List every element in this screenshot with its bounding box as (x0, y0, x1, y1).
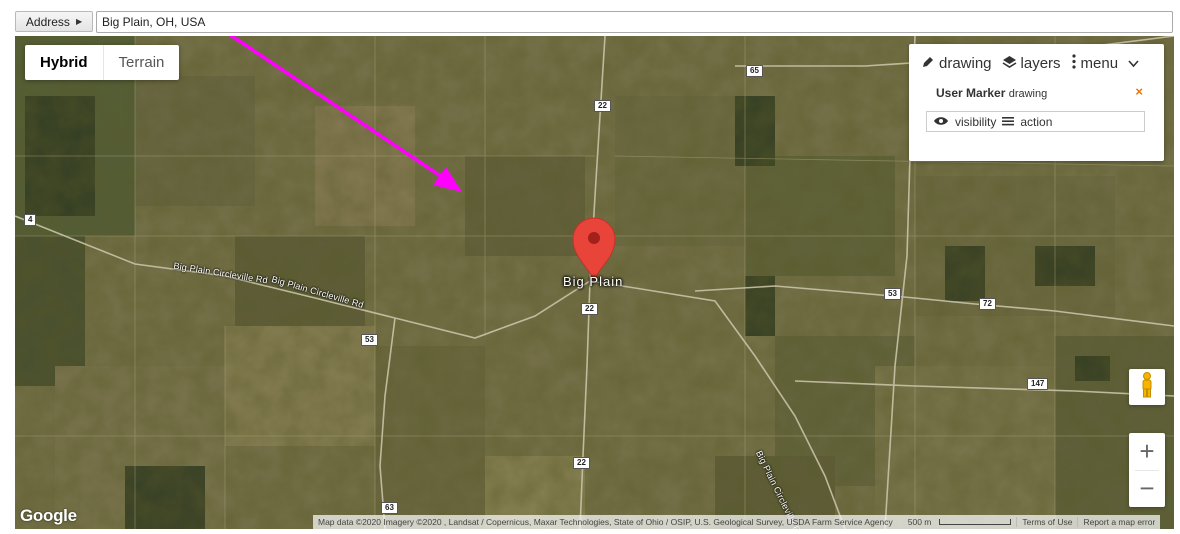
main-menu-label: menu (1080, 55, 1119, 72)
action-label[interactable]: action (1020, 115, 1052, 129)
google-logo[interactable]: Google (20, 506, 77, 526)
remove-layer-icon[interactable]: × (1135, 84, 1143, 99)
caret-right-icon: ▶ (75, 17, 83, 26)
eye-icon[interactable] (933, 115, 949, 129)
zoom-in-button[interactable]: + (1129, 433, 1165, 470)
panel-menu: drawing layers menu (921, 54, 1152, 73)
route-shield: 22 (573, 457, 590, 469)
attribution-text: Map data ©2020 Imagery ©2020 , Landsat /… (318, 517, 893, 527)
town-label: Big Plain (563, 274, 624, 289)
layer-type: drawing (1008, 88, 1048, 100)
route-shield: 53 (361, 334, 378, 346)
main-menu-button[interactable]: menu (1071, 54, 1140, 73)
scale-bar (939, 519, 1012, 525)
address-button-label: Address (25, 14, 70, 29)
route-shield: 65 (746, 65, 763, 77)
route-shield: 22 (594, 100, 611, 112)
address-button[interactable]: Address ▶ (15, 11, 93, 32)
layer-name: User Marker (936, 86, 1006, 100)
map-attribution: Map data ©2020 Imagery ©2020 , Landsat /… (313, 515, 1161, 529)
scale-label: 500 m (907, 517, 932, 527)
address-input[interactable] (96, 11, 1173, 33)
scale-control[interactable]: 500 m (898, 517, 1017, 527)
layers-menu-label: layers (1020, 55, 1061, 72)
chevron-down-icon (1128, 55, 1139, 72)
map-type-control: Hybrid Terrain (25, 45, 180, 80)
zoom-control: + − (1129, 433, 1165, 507)
route-shield: 4 (24, 214, 37, 226)
drawing-menu-label: drawing (939, 55, 992, 72)
more-vertical-icon (1071, 54, 1077, 73)
pencil-icon (921, 55, 935, 73)
terms-link[interactable]: Terms of Use (1017, 517, 1077, 527)
layers-icon (1002, 55, 1017, 73)
route-shield: 72 (979, 298, 996, 310)
route-shield: 53 (884, 288, 901, 300)
drawing-menu-button[interactable]: drawing (921, 55, 992, 73)
layer-entry: User Marker drawing (936, 86, 1047, 100)
layers-menu-button[interactable]: layers (1002, 55, 1061, 73)
report-error-link[interactable]: Report a map error (1078, 517, 1160, 527)
menu-lines-icon (1002, 115, 1015, 129)
route-shield: 63 (381, 502, 398, 514)
drawing-panel: drawing layers menu User Marker drawing (909, 44, 1164, 161)
map-canvas[interactable]: Big Plain Circleville Rd Big Plain Circl… (15, 36, 1174, 529)
visibility-label[interactable]: visibility (955, 115, 996, 129)
zoom-out-button[interactable]: − (1129, 470, 1165, 507)
layer-options: visibility action (926, 111, 1145, 132)
route-shield: 147 (1027, 378, 1049, 390)
map-type-hybrid[interactable]: Hybrid (25, 45, 104, 80)
zoom-divider (1135, 470, 1159, 471)
map-type-terrain[interactable]: Terrain (104, 45, 180, 80)
route-shield: 22 (581, 303, 598, 315)
pegman-icon (1140, 371, 1154, 403)
street-view-pegman[interactable] (1129, 369, 1165, 405)
